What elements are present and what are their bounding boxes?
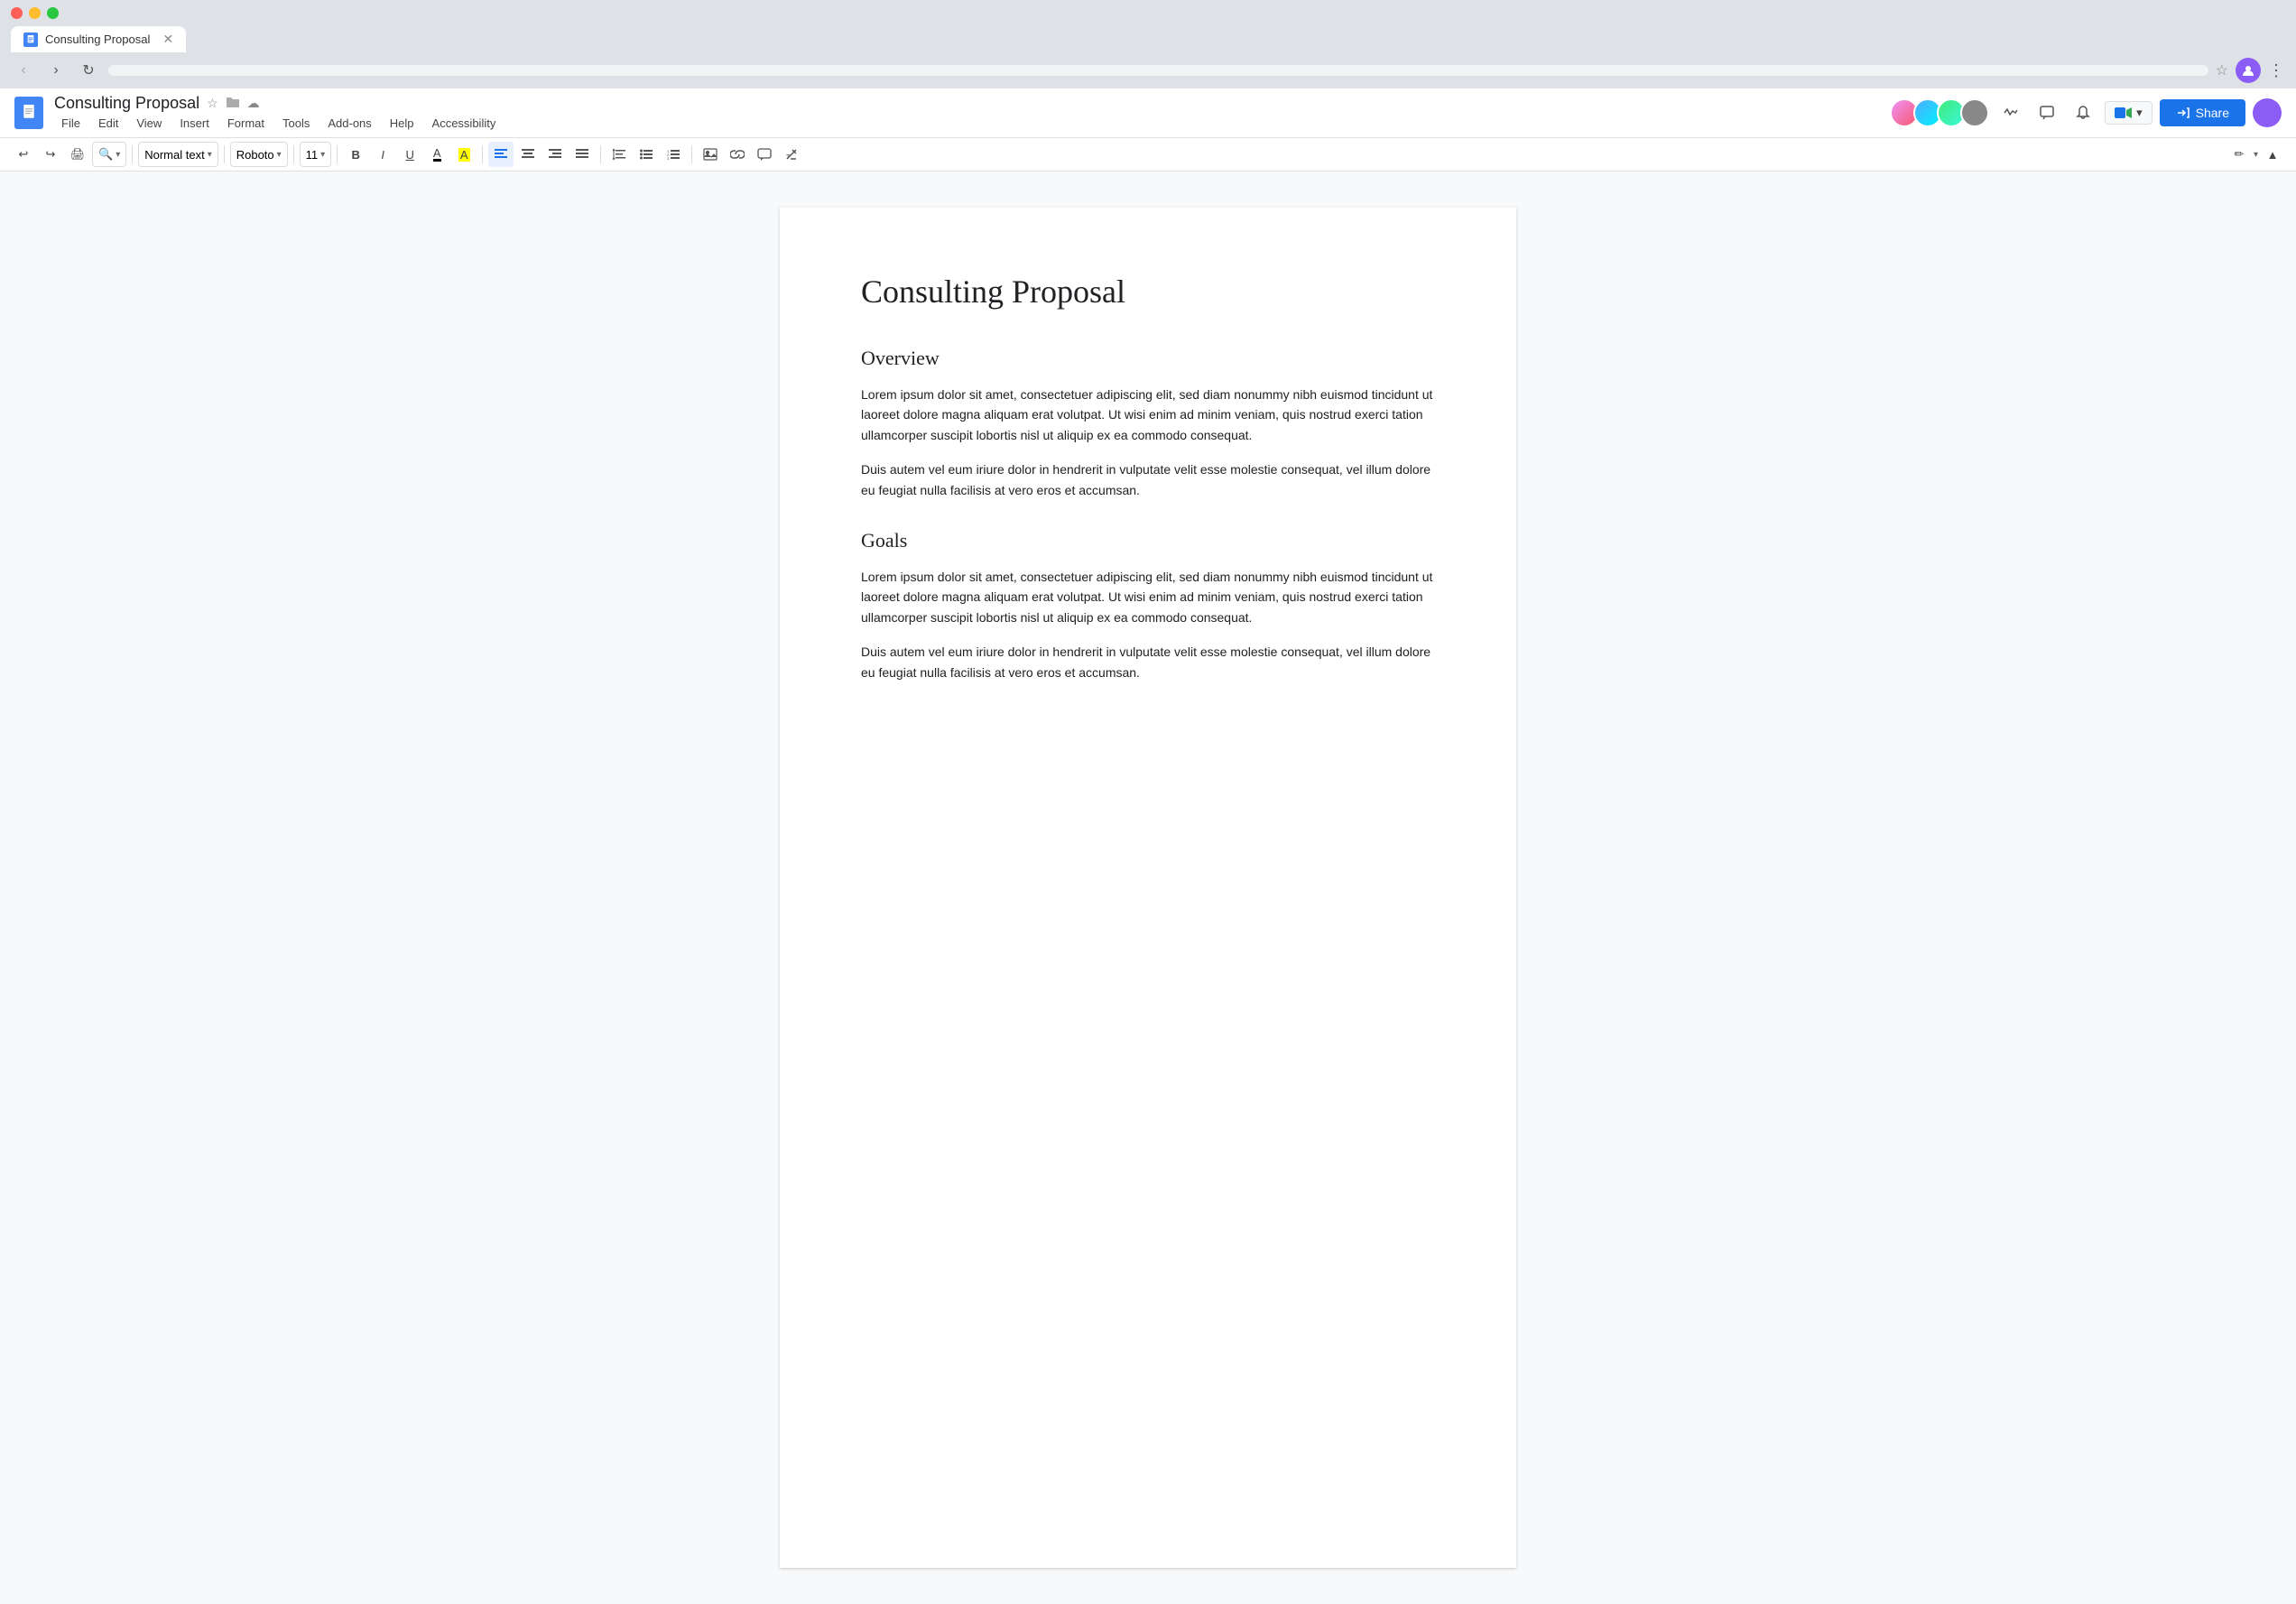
bookmark-icon[interactable]: ☆ — [2216, 61, 2228, 79]
text-color-button[interactable]: A — [424, 142, 449, 167]
style-dropdown[interactable]: Normal text ▾ — [138, 142, 218, 167]
menu-help[interactable]: Help — [383, 115, 421, 132]
bullet-list-button[interactable] — [634, 142, 659, 167]
doc-heading-goals: Goals — [861, 529, 1435, 552]
insert-image-button[interactable] — [698, 142, 723, 167]
doc-title: Consulting Proposal — [54, 94, 199, 113]
address-bar[interactable] — [108, 65, 2208, 76]
tab-title: Consulting Proposal — [45, 32, 150, 46]
doc-app-icon — [14, 97, 43, 129]
menu-insert[interactable]: Insert — [172, 115, 217, 132]
separator-1 — [132, 145, 133, 163]
svg-text:3.: 3. — [667, 156, 670, 160]
numbered-list-button[interactable]: 1.2.3. — [661, 142, 686, 167]
separator-5 — [482, 145, 483, 163]
menu-tools[interactable]: Tools — [275, 115, 317, 132]
cloud-doc-icon[interactable]: ☁ — [247, 96, 260, 111]
doc-body-overview-1: Lorem ipsum dolor sit amet, consectetuer… — [861, 385, 1435, 445]
omnibox-bar: ‹ › ↻ ☆ ⋮ — [0, 52, 2296, 88]
redo-button[interactable]: ↪ — [38, 142, 63, 167]
insert-link-button[interactable] — [725, 142, 750, 167]
underline-button[interactable]: U — [397, 142, 422, 167]
align-center-button[interactable] — [515, 142, 541, 167]
app-toolbar: Consulting Proposal ☆ ☁ File Edit View I… — [0, 88, 2296, 138]
comment-button[interactable] — [752, 142, 777, 167]
doc-main-title: Consulting Proposal — [861, 273, 1435, 311]
minimize-button[interactable] — [29, 7, 41, 19]
collab-avatar-group — [1960, 98, 1989, 127]
line-spacing-button[interactable] — [606, 142, 632, 167]
justify-button[interactable] — [569, 142, 595, 167]
back-button[interactable]: ‹ — [11, 58, 36, 83]
size-dropdown[interactable]: 11 ▾ — [300, 142, 332, 167]
menu-file[interactable]: File — [54, 115, 88, 132]
maximize-button[interactable] — [47, 7, 59, 19]
browser-profile-avatar[interactable] — [2236, 58, 2261, 83]
separator-4 — [337, 145, 338, 163]
zoom-icon: 🔍 — [98, 147, 113, 162]
doc-title-row: Consulting Proposal ☆ ☁ — [54, 94, 1879, 113]
close-button[interactable] — [11, 7, 23, 19]
separator-2 — [224, 145, 225, 163]
comments-icon[interactable] — [2032, 98, 2061, 127]
align-right-button[interactable] — [542, 142, 568, 167]
doc-body-goals-2: Duis autem vel eum iriure dolor in hendr… — [861, 642, 1435, 682]
separator-3 — [293, 145, 294, 163]
highlight-button[interactable]: A — [451, 142, 477, 167]
menu-addons[interactable]: Add-ons — [320, 115, 378, 132]
bold-button[interactable]: B — [343, 142, 368, 167]
doc-page: Consulting Proposal Overview Lorem ipsum… — [780, 208, 1516, 1568]
traffic-lights — [11, 7, 59, 19]
doc-section-goals: Goals Lorem ipsum dolor sit amet, consec… — [861, 529, 1435, 682]
edit-mode-arrow[interactable]: ▾ — [2254, 150, 2258, 160]
notifications-icon[interactable] — [2069, 98, 2097, 127]
separator-6 — [600, 145, 601, 163]
separator-7 — [691, 145, 692, 163]
meet-dropdown-arrow: ▾ — [2136, 106, 2143, 120]
clear-formatting-button[interactable]: T — [779, 142, 804, 167]
folder-doc-icon[interactable] — [226, 96, 240, 111]
star-doc-icon[interactable]: ☆ — [207, 96, 218, 111]
doc-section-overview: Overview Lorem ipsum dolor sit amet, con… — [861, 347, 1435, 500]
tab-favicon — [23, 32, 38, 47]
format-toolbar-right: ✏ ▾ ▲ — [2227, 142, 2285, 167]
svg-text:T: T — [786, 154, 791, 161]
browser-chrome: Consulting Proposal ✕ ‹ › ↻ ☆ ⋮ — [0, 0, 2296, 88]
menu-accessibility[interactable]: Accessibility — [425, 115, 504, 132]
tab-bar: Consulting Proposal ✕ — [0, 26, 2296, 52]
active-tab[interactable]: Consulting Proposal ✕ — [11, 26, 186, 52]
refresh-button[interactable]: ↻ — [76, 58, 101, 83]
print-button[interactable]: 🖨 — [65, 142, 90, 167]
doc-info: Consulting Proposal ☆ ☁ File Edit View I… — [54, 94, 1879, 132]
menu-view[interactable]: View — [129, 115, 169, 132]
doc-area: Consulting Proposal Overview Lorem ipsum… — [0, 172, 2296, 1604]
app-container: Consulting Proposal ☆ ☁ File Edit View I… — [0, 88, 2296, 1604]
collab-avatars — [1890, 98, 1989, 127]
browser-menu-button[interactable]: ⋮ — [2268, 61, 2285, 80]
browser-toolbar-right: ☆ ⋮ — [2216, 58, 2285, 83]
share-button[interactable]: Share — [2160, 99, 2245, 126]
toolbar-right: ▾ Share — [1890, 98, 2282, 127]
meet-icon — [2115, 106, 2133, 120]
align-left-button[interactable] — [488, 142, 514, 167]
activity-icon[interactable] — [1996, 98, 2025, 127]
doc-body-goals-1: Lorem ipsum dolor sit amet, consectetuer… — [861, 567, 1435, 627]
tab-close-button[interactable]: ✕ — [162, 32, 173, 47]
format-toolbar: ↩ ↪ 🖨 🔍 ▾ Normal text ▾ Roboto ▾ 11 ▾ B … — [0, 138, 2296, 172]
collapse-toolbar-button[interactable]: ▲ — [2260, 142, 2285, 167]
meet-button[interactable]: ▾ — [2105, 101, 2152, 125]
italic-button[interactable]: I — [370, 142, 395, 167]
user-avatar[interactable] — [2253, 98, 2282, 127]
undo-button[interactable]: ↩ — [11, 142, 36, 167]
edit-mode-button[interactable]: ✏ — [2227, 142, 2252, 167]
doc-body-overview-2: Duis autem vel eum iriure dolor in hendr… — [861, 459, 1435, 500]
menu-edit[interactable]: Edit — [91, 115, 125, 132]
browser-titlebar — [0, 0, 2296, 26]
forward-button[interactable]: › — [43, 58, 69, 83]
menu-bar: File Edit View Insert Format Tools Add-o… — [54, 115, 1879, 132]
doc-heading-overview: Overview — [861, 347, 1435, 370]
font-dropdown[interactable]: Roboto ▾ — [230, 142, 288, 167]
menu-format[interactable]: Format — [220, 115, 272, 132]
zoom-dropdown[interactable]: 🔍 ▾ — [92, 142, 126, 167]
